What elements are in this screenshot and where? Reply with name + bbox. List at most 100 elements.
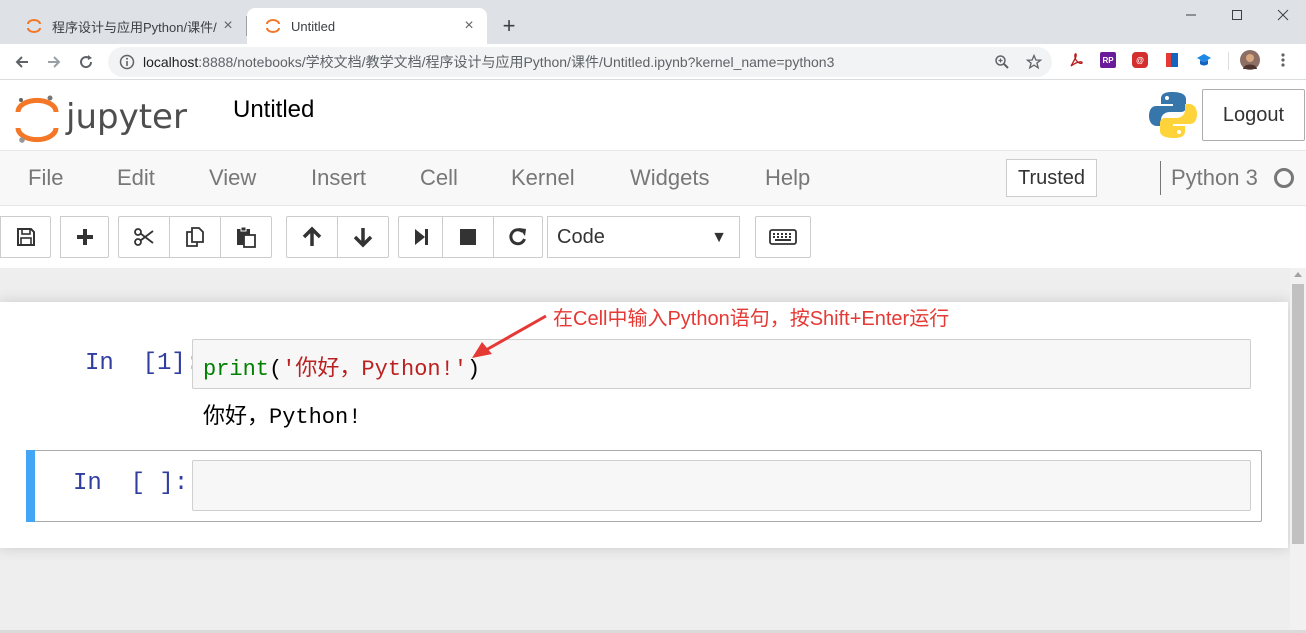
run-group: [398, 216, 543, 258]
command-palette-button[interactable]: [755, 216, 811, 258]
arrow-up-icon: [302, 226, 322, 246]
jupyter-header: jupyter Untitled Logout File Edit View I…: [0, 80, 1306, 268]
cell-selection-bar: [26, 450, 35, 522]
annotation-arrow-icon: [472, 314, 547, 358]
code-text: print('你好，Python!'): [203, 350, 480, 382]
jupyter-logo[interactable]: jupyter: [14, 92, 208, 144]
save-icon: [16, 228, 35, 246]
save-group: [0, 216, 51, 258]
address-bar[interactable]: localhost:8888/notebooks/学校文档/教学文档/程序设计与…: [108, 47, 1052, 77]
tab-title: 程序设计与应用Python/课件/: [52, 19, 217, 35]
code-paren-open: (: [269, 357, 283, 382]
bookmark-extension-icon[interactable]: [1164, 52, 1180, 68]
bookmark-star-icon[interactable]: [1026, 54, 1042, 70]
url-text: localhost:8888/notebooks/学校文档/教学文档/程序设计与…: [143, 52, 834, 72]
new-tab-button[interactable]: +: [497, 12, 521, 40]
code-cell-input-empty[interactable]: [192, 460, 1251, 511]
maximize-window-icon[interactable]: [1214, 0, 1260, 30]
minimize-window-icon[interactable]: [1168, 0, 1214, 30]
jupyter-favicon-icon: [266, 19, 280, 33]
interrupt-button[interactable]: [442, 216, 494, 258]
back-arrow-icon: [15, 56, 28, 68]
menu-edit[interactable]: Edit: [117, 151, 155, 205]
kernel-idle-indicator-icon: [1274, 168, 1294, 188]
notebook-title[interactable]: Untitled: [233, 96, 314, 124]
cell-type-select[interactable]: Code ▼: [547, 216, 740, 258]
menu-kernel[interactable]: Kernel: [511, 151, 575, 205]
close-window-icon[interactable]: [1260, 0, 1306, 30]
menu-help[interactable]: Help: [765, 151, 810, 205]
browser-tab-courseware[interactable]: 程序设计与应用Python/课件/ ×: [8, 8, 246, 44]
input-prompt: In [1]:: [85, 350, 201, 377]
scrollbar-thumb[interactable]: [1292, 284, 1304, 544]
paste-icon: [237, 226, 256, 248]
scroll-up-icon[interactable]: [1294, 272, 1302, 277]
move-down-button[interactable]: [337, 216, 389, 258]
logout-button[interactable]: Logout: [1202, 89, 1305, 141]
browser-toolbar: localhost:8888/notebooks/学校文档/教学文档/程序设计与…: [0, 44, 1306, 80]
zoom-icon[interactable]: [994, 54, 1010, 70]
cell-type-value: Code: [557, 225, 605, 248]
jupyter-favicon-icon: [27, 19, 41, 33]
menu-file[interactable]: File: [28, 151, 63, 205]
copy-button[interactable]: [169, 216, 221, 258]
paste-button[interactable]: [220, 216, 272, 258]
input-prompt: In [ ]:: [73, 470, 189, 497]
move-up-button[interactable]: [286, 216, 338, 258]
dropdown-caret-icon: ▼: [711, 229, 727, 246]
url-path: :8888/notebooks/学校文档/教学文档/程序设计与应用Python/…: [198, 54, 835, 70]
arrow-down-icon: [353, 228, 373, 248]
kernel-name[interactable]: Python 3: [1171, 151, 1258, 205]
grad-cap-extension-icon[interactable]: [1196, 52, 1212, 68]
url-host: localhost: [143, 54, 199, 70]
browser-menu-icon[interactable]: [1275, 52, 1291, 68]
toolbar-separator: [1228, 52, 1229, 70]
annotation-text: 在Cell中输入Python语句，按Shift+Enter运行: [553, 308, 950, 330]
browser-tab-untitled[interactable]: Untitled ×: [247, 8, 487, 44]
menu-cell[interactable]: Cell: [420, 151, 458, 205]
forward-arrow-icon: [48, 56, 61, 68]
menu-view[interactable]: View: [209, 151, 256, 205]
cut-button[interactable]: [118, 216, 170, 258]
info-icon[interactable]: [119, 54, 135, 70]
menu-widgets[interactable]: Widgets: [630, 151, 709, 205]
scissors-icon: [134, 228, 154, 246]
keyboard-icon: [769, 229, 797, 245]
svg-text:jupyter: jupyter: [65, 97, 187, 137]
stop-icon: [460, 229, 476, 245]
profile-avatar[interactable]: [1240, 50, 1260, 70]
close-tab-icon[interactable]: ×: [461, 18, 477, 34]
rp-extension-icon[interactable]: RP: [1100, 52, 1116, 68]
code-string: '你好，Python!': [282, 357, 468, 382]
notebook-area: In [1]: print('你好，Python!') 你好，Python! I…: [0, 268, 1290, 633]
save-button[interactable]: [0, 216, 51, 258]
reload-icon: [80, 55, 93, 69]
copy-icon: [186, 227, 204, 247]
restart-icon: [509, 228, 526, 246]
run-button[interactable]: [398, 216, 443, 258]
insert-group: [60, 216, 109, 258]
move-group: [286, 216, 389, 258]
pdf-extension-icon[interactable]: [1068, 52, 1084, 68]
back-button[interactable]: [8, 48, 36, 76]
insert-cell-button[interactable]: [60, 216, 109, 258]
python-logo-icon: [1149, 92, 1197, 138]
close-tab-icon[interactable]: ×: [220, 18, 236, 34]
kernel-separator: [1160, 161, 1161, 195]
browser-tab-strip: 程序设计与应用Python/课件/ × Untitled × +: [0, 0, 1306, 44]
tab-title: Untitled: [291, 18, 336, 34]
restart-button[interactable]: [493, 216, 543, 258]
plus-icon: [76, 229, 93, 245]
edit-group: [118, 216, 272, 258]
cell-output: 你好，Python!: [203, 405, 362, 430]
code-function: print: [203, 357, 270, 382]
notebook-page: In [1]: print('你好，Python!') 你好，Python! I…: [0, 302, 1288, 548]
red-extension-icon[interactable]: @: [1132, 52, 1148, 68]
code-cell-input[interactable]: print('你好，Python!'): [192, 339, 1251, 389]
trusted-indicator[interactable]: Trusted: [1006, 159, 1097, 197]
reload-button[interactable]: [72, 48, 100, 76]
vertical-scrollbar[interactable]: [1290, 268, 1306, 633]
menu-bar: File Edit View Insert Cell Kernel Widget…: [0, 150, 1306, 206]
menu-insert[interactable]: Insert: [311, 151, 366, 205]
forward-button[interactable]: [40, 48, 68, 76]
